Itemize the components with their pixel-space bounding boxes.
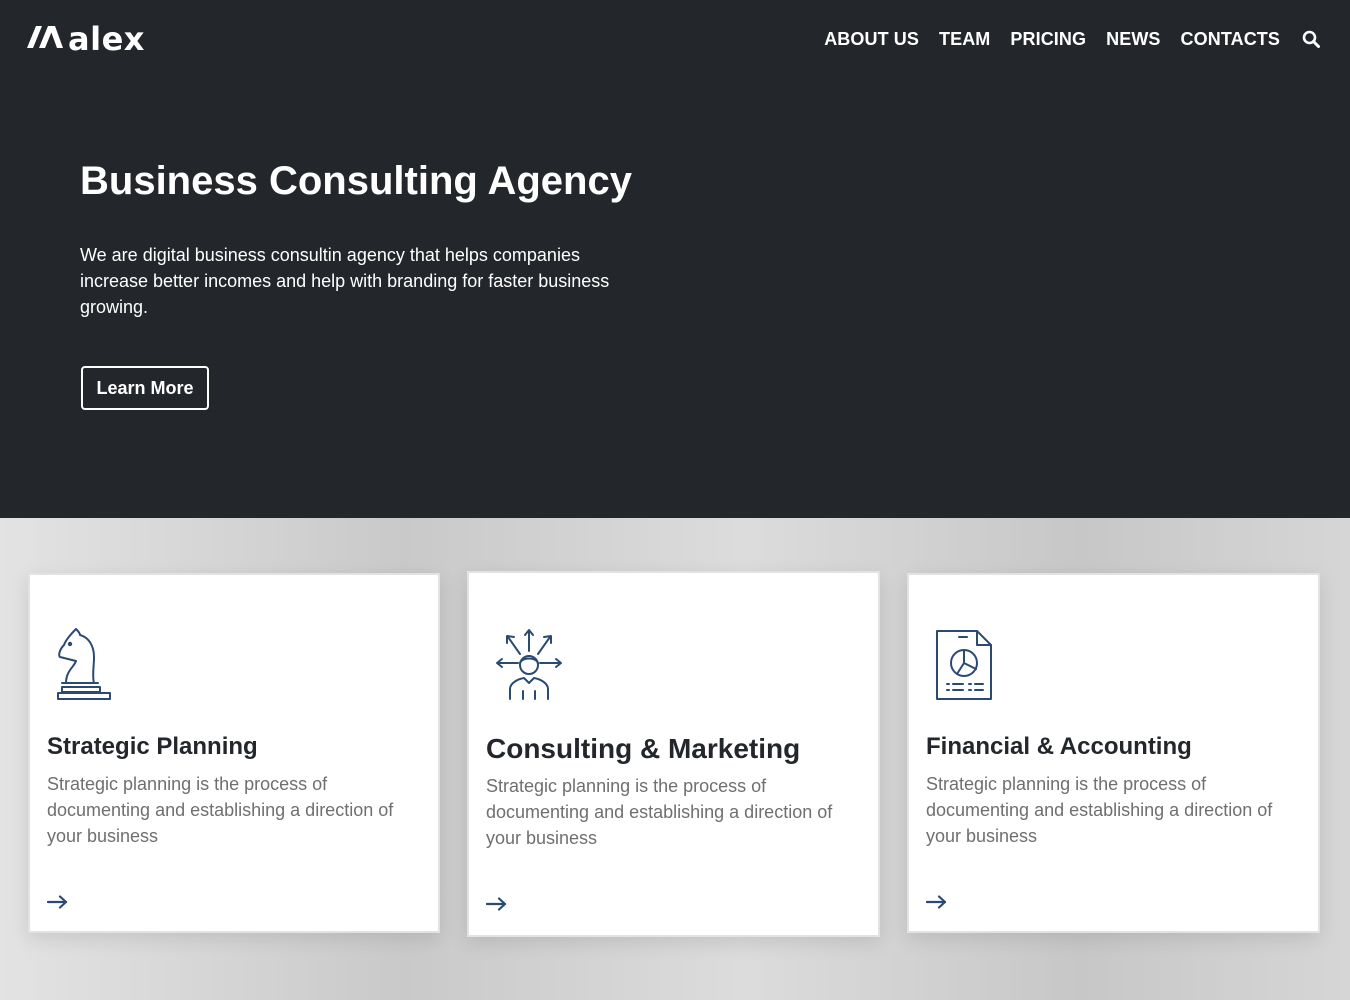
nav-link-news[interactable]: NEWS: [1106, 28, 1160, 50]
card-title: Consulting & Marketing: [486, 733, 801, 764]
chess-knight-icon: [57, 628, 111, 700]
card-title: Strategic Planning: [47, 733, 258, 760]
nav-link-contacts[interactable]: CONTACTS: [1181, 28, 1280, 50]
nav-link-about-us[interactable]: ABOUT US: [824, 28, 919, 50]
hero-title: Business Consulting Agency: [80, 159, 632, 203]
main-nav: ABOUT US TEAM PRICING NEWS CONTACTS: [804, 28, 1320, 50]
service-card-strategic-planning: Strategic Planning Strategic planning is…: [28, 573, 440, 933]
nav-link-team[interactable]: TEAM: [939, 28, 990, 50]
nav-link-pricing[interactable]: PRICING: [1010, 28, 1086, 50]
site-logo[interactable]: alex: [27, 20, 145, 58]
card-description: Strategic planning is the process of doc…: [47, 774, 394, 846]
arrow-right-icon[interactable]: [926, 895, 948, 909]
learn-more-button[interactable]: Learn More: [81, 366, 209, 410]
service-card-financial-accounting: Financial & Accounting Strategic plannin…: [907, 573, 1320, 933]
service-card-consulting-marketing: Consulting & Marketing Strategic plannin…: [467, 571, 880, 937]
hero-description: We are digital business consultin agency…: [80, 245, 610, 317]
card-description: Strategic planning is the process of doc…: [926, 774, 1273, 846]
search-icon: [1302, 30, 1320, 48]
services-section: Strategic Planning Strategic planning is…: [0, 518, 1350, 1000]
arrow-right-icon[interactable]: [47, 895, 69, 909]
arrow-right-icon[interactable]: [486, 897, 508, 911]
hero-section: alex ABOUT US TEAM PRICING NEWS CONTACTS…: [0, 0, 1350, 518]
logo-text: alex: [68, 20, 145, 58]
consultant-icon: [496, 629, 562, 700]
financial-report-icon: [936, 630, 992, 700]
card-description: Strategic planning is the process of doc…: [486, 776, 833, 848]
card-title: Financial & Accounting: [926, 733, 1192, 760]
logo-mark-icon: [27, 26, 63, 48]
search-button[interactable]: [1302, 29, 1320, 49]
